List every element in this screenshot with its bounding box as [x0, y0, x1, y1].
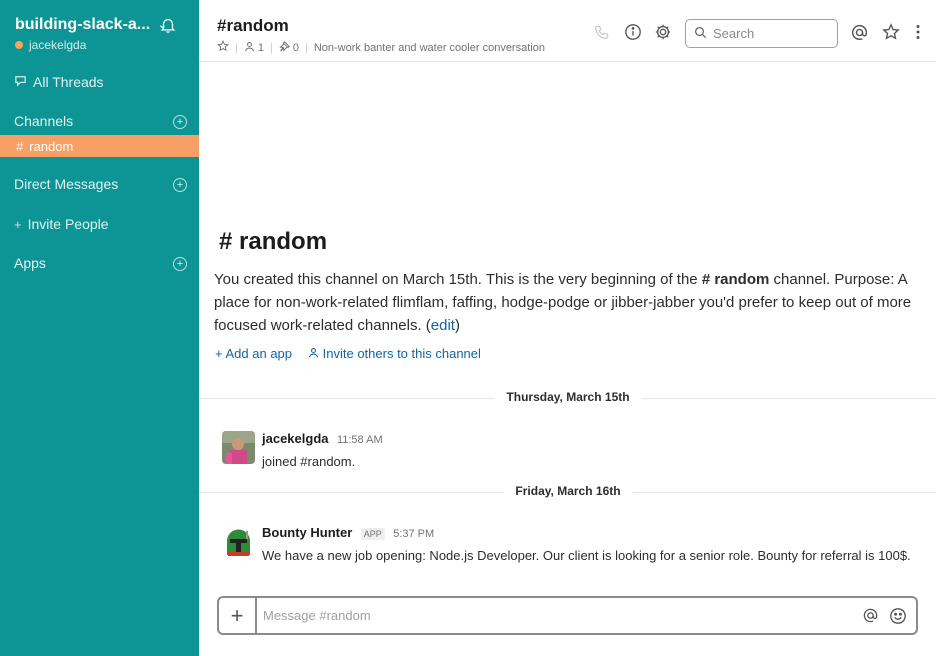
- info-icon[interactable]: [623, 22, 643, 42]
- apps-label: Apps: [14, 255, 46, 271]
- attach-button[interactable]: +: [219, 598, 257, 633]
- intro-actions: + Add an app Invite others to this chann…: [215, 346, 497, 361]
- pin-icon[interactable]: [279, 40, 291, 55]
- gear-icon[interactable]: [653, 22, 673, 42]
- intro-channel-ref[interactable]: # random: [702, 271, 770, 288]
- bot-avatar[interactable]: [222, 525, 255, 558]
- all-threads-label: All Threads: [33, 74, 104, 90]
- sidebar: building-slack-a... ⌄ jacekelgda All Thr…: [0, 0, 199, 656]
- day-divider: Friday, March 16th: [199, 484, 936, 498]
- current-user[interactable]: jacekelgda: [15, 38, 189, 52]
- add-channel-icon[interactable]: +: [173, 115, 187, 129]
- search-box[interactable]: [685, 19, 838, 48]
- channel-title[interactable]: #random: [217, 16, 289, 36]
- mentions-icon[interactable]: [849, 22, 869, 42]
- add-app-link[interactable]: + Add an app: [215, 346, 292, 361]
- intro-description: You created this channel on March 15th. …: [214, 268, 914, 337]
- app-badge: APP: [360, 528, 385, 540]
- star-icon[interactable]: [881, 22, 901, 42]
- star-icon[interactable]: [217, 40, 229, 55]
- message-body: jacekelgda 11:58 AM joined #random.: [262, 430, 912, 471]
- invite-others-link[interactable]: Invite others to this channel: [308, 346, 481, 361]
- intro-channel-name: random: [239, 228, 328, 255]
- presence-indicator: [15, 41, 23, 49]
- invite-others-label: Invite others to this channel: [322, 346, 481, 361]
- person-icon: [309, 348, 318, 358]
- sidebar-item-random[interactable]: # random: [0, 135, 199, 157]
- intro-purpose-suffix: ): [454, 317, 460, 334]
- hash-icon: #: [16, 138, 24, 154]
- channels-label: Channels: [14, 113, 74, 129]
- invite-people-link[interactable]: + Invite People: [14, 216, 109, 232]
- mention-icon[interactable]: [860, 606, 880, 626]
- app-window: building-slack-a... ⌄ jacekelgda All Thr…: [0, 0, 936, 656]
- team-header[interactable]: building-slack-a... ⌄ jacekelgda: [15, 16, 189, 52]
- message-author[interactable]: jacekelgda: [262, 431, 329, 446]
- channel-name: random: [29, 138, 74, 154]
- day-divider-label[interactable]: Friday, March 16th: [503, 484, 633, 498]
- phone-icon[interactable]: [592, 22, 612, 42]
- message-timestamp[interactable]: 11:58 AM: [337, 434, 383, 446]
- edit-purpose-link[interactable]: edit: [431, 317, 455, 334]
- team-name-label: building-slack-a...: [15, 16, 151, 33]
- channels-header[interactable]: Channels: [14, 113, 73, 129]
- username: jacekelgda: [29, 38, 87, 52]
- search-input[interactable]: [713, 26, 823, 41]
- add-app-label: Add an app: [225, 346, 293, 361]
- message-input[interactable]: [257, 608, 860, 623]
- intro-hash-icon: #: [219, 228, 233, 255]
- intro-title: # random: [219, 228, 327, 256]
- add-direct-message-icon[interactable]: +: [173, 178, 187, 192]
- message-text: We have a new job opening: Node.js Devel…: [262, 548, 911, 563]
- message-composer: +: [217, 596, 918, 635]
- intro-created-text: You created this channel on March 15th. …: [214, 271, 702, 288]
- channel-meta: | 1 | 0 | Non-work banter and water cool…: [217, 40, 545, 55]
- message-author[interactable]: Bounty Hunter: [262, 525, 352, 540]
- member-icon[interactable]: [244, 41, 255, 55]
- threads-icon: [14, 74, 27, 90]
- message-text: joined #random.: [262, 454, 356, 469]
- member-count[interactable]: 1: [258, 42, 264, 54]
- channel-purpose[interactable]: Non-work banter and water cooler convers…: [314, 42, 545, 54]
- emoji-icon[interactable]: [888, 606, 908, 626]
- intro-created-suffix: channel.: [769, 271, 831, 288]
- bell-icon[interactable]: [159, 16, 177, 34]
- channel-header: #random | 1 | 0 | Non-work banter and wa…: [199, 0, 936, 62]
- pinned-count[interactable]: 0: [293, 42, 299, 54]
- day-divider: Thursday, March 15th: [199, 390, 936, 404]
- message-timestamp[interactable]: 5:37 PM: [393, 528, 434, 540]
- add-app-icon[interactable]: +: [173, 257, 187, 271]
- invite-people-label: Invite People: [27, 216, 109, 232]
- search-icon: [694, 26, 707, 42]
- all-threads-link[interactable]: All Threads: [14, 74, 104, 90]
- main-panel: #random | 1 | 0 | Non-work banter and wa…: [199, 0, 936, 656]
- plus-icon: +: [14, 216, 22, 232]
- avatar[interactable]: [222, 431, 255, 464]
- direct-messages-label: Direct Messages: [14, 176, 119, 192]
- intro-channel-ref-label: random: [714, 271, 770, 288]
- message-body: Bounty Hunter APP 5:37 PM We have a new …: [262, 524, 912, 565]
- day-divider-label[interactable]: Thursday, March 15th: [494, 390, 642, 404]
- apps-header[interactable]: Apps: [14, 255, 46, 271]
- more-options-icon[interactable]: [908, 22, 928, 42]
- direct-messages-header[interactable]: Direct Messages: [14, 176, 118, 192]
